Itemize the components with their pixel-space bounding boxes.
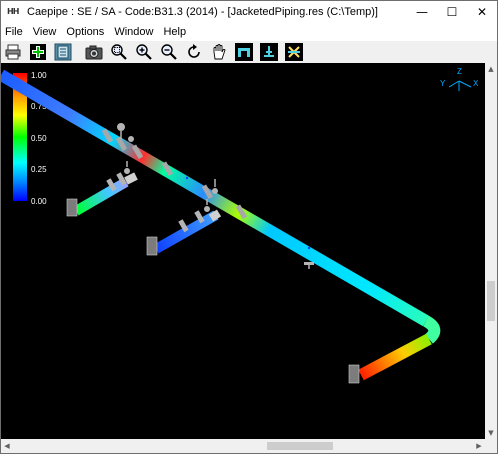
- print-button[interactable]: [3, 42, 23, 62]
- menu-file[interactable]: File: [1, 26, 28, 38]
- add-frame-icon: [30, 44, 46, 60]
- branch-2-anchor: [146, 236, 158, 256]
- print-icon: [5, 44, 21, 60]
- view-top-icon: [285, 43, 303, 61]
- branch-pipe-1[interactable]: [66, 161, 138, 217]
- model-viewport[interactable]: 1.00 0.75 0.50 0.25 0.00 Z Y X: [1, 63, 485, 439]
- axis-y-label: Y: [440, 79, 446, 88]
- axis-triad: Z Y X: [440, 67, 479, 91]
- end-anchor-bottom: [348, 364, 360, 384]
- branch-pipe-2[interactable]: [146, 199, 222, 256]
- size-grip[interactable]: [485, 439, 497, 453]
- vertical-scrollbar[interactable]: ▲ ▼: [485, 63, 497, 439]
- scroll-up-icon[interactable]: ▲: [485, 63, 497, 75]
- zoom-out-icon: [161, 44, 177, 60]
- horizontal-scroll-thumb[interactable]: [267, 442, 333, 450]
- menu-options[interactable]: Options: [61, 26, 109, 38]
- pan-hand-icon: [213, 44, 226, 60]
- axis-z-label: Z: [457, 67, 462, 76]
- main-header-pipe[interactable]: [1, 69, 441, 381]
- scroll-left-icon[interactable]: ◀: [1, 439, 13, 453]
- app-icon: HH: [7, 7, 19, 16]
- toolbar: [1, 41, 497, 63]
- view-front-button[interactable]: [234, 42, 254, 62]
- window-controls: — ☐ ✕: [407, 1, 497, 23]
- add-frame-button[interactable]: [28, 42, 48, 62]
- legend-label-025: 0.25: [31, 165, 47, 174]
- menu-help[interactable]: Help: [158, 26, 191, 38]
- scroll-down-icon[interactable]: ▼: [485, 427, 497, 439]
- close-button[interactable]: ✕: [467, 1, 497, 23]
- maximize-button[interactable]: ☐: [437, 1, 467, 23]
- legend-label-050: 0.50: [31, 134, 47, 143]
- menu-bar: File View Options Window Help: [1, 23, 497, 41]
- axis-x-label: X: [473, 79, 479, 88]
- camera-button[interactable]: [84, 42, 104, 62]
- horizontal-scrollbar[interactable]: ◀ ▶: [1, 439, 485, 453]
- window-title: Caepipe : SE / SA - Code:B31.3 (2014) - …: [27, 6, 378, 18]
- zoom-window-icon: [111, 44, 127, 60]
- branch-1-anchor: [66, 198, 78, 217]
- legend-label-min: 0.00: [31, 197, 47, 206]
- rotate-button[interactable]: [184, 42, 204, 62]
- zoom-in-button[interactable]: [134, 42, 154, 62]
- zoom-in-icon: [136, 44, 152, 60]
- camera-icon: [85, 45, 103, 60]
- scroll-right-icon[interactable]: ▶: [473, 439, 485, 453]
- view-front-icon: [235, 43, 253, 61]
- rotate-icon: [188, 44, 200, 58]
- notepad-icon: [54, 43, 72, 61]
- view-top-button[interactable]: [284, 42, 304, 62]
- title-bar[interactable]: HH Caepipe : SE / SA - Code:B31.3 (2014)…: [1, 1, 497, 23]
- view-side-icon: [260, 43, 278, 61]
- view-side-button[interactable]: [259, 42, 279, 62]
- app-window: HH Caepipe : SE / SA - Code:B31.3 (2014)…: [0, 0, 498, 454]
- legend-label-max: 1.00: [31, 71, 47, 80]
- menu-view[interactable]: View: [28, 26, 62, 38]
- zoom-window-button[interactable]: [109, 42, 129, 62]
- piping-model-graphic[interactable]: 1.00 0.75 0.50 0.25 0.00 Z Y X: [1, 63, 485, 439]
- minimize-button[interactable]: —: [407, 1, 437, 23]
- zoom-out-button[interactable]: [159, 42, 179, 62]
- notepad-button[interactable]: [53, 42, 73, 62]
- pan-button[interactable]: [209, 42, 229, 62]
- vertical-scroll-thumb[interactable]: [487, 281, 495, 321]
- menu-window[interactable]: Window: [109, 26, 158, 38]
- pipe-support-1: [304, 262, 314, 269]
